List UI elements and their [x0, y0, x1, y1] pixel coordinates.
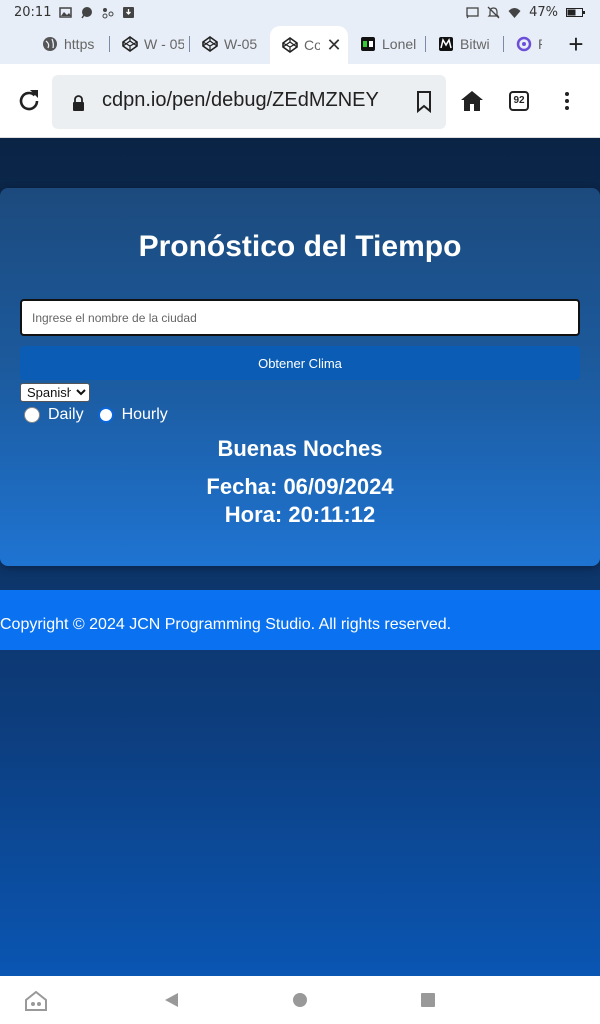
- cast-icon: [466, 6, 479, 19]
- back-icon[interactable]: [162, 990, 182, 1010]
- tab-title: Co: [304, 37, 320, 53]
- weather-card: Pronóstico del Tiempo Obtener Clima Span…: [0, 188, 600, 566]
- close-tab-icon[interactable]: ✕: [326, 35, 342, 56]
- status-time: 20:11: [14, 4, 52, 20]
- codepen-icon: [202, 36, 218, 52]
- tab-title: https: [64, 36, 95, 52]
- tab-strip-spacer: [0, 27, 30, 61]
- battery-percent: 47%: [529, 4, 558, 20]
- more-menu-icon[interactable]: [560, 90, 574, 114]
- page-title: Pronóstico del Tiempo: [138, 230, 462, 263]
- tab-2[interactable]: W-05: [190, 27, 270, 61]
- download-notification-icon: [122, 6, 135, 19]
- copyright-text: Copyright © 2024 JCN Programming Studio.…: [0, 616, 452, 633]
- tab-title: W - 05: [144, 36, 184, 52]
- app-icon: [360, 36, 376, 52]
- hourly-label[interactable]: Hourly: [122, 406, 168, 424]
- tab-3-active[interactable]: Co ✕: [270, 26, 348, 64]
- lock-icon: [72, 95, 85, 111]
- tab-4[interactable]: Lonel: [348, 27, 426, 61]
- tab-1[interactable]: W - 05: [110, 27, 190, 61]
- home-nav-icon[interactable]: [290, 990, 310, 1010]
- tab-title: Lonel: [382, 36, 417, 52]
- forecast-type-group: Daily Hourly: [24, 404, 182, 426]
- tab-title: P: [538, 36, 542, 52]
- web-page: Pronóstico del Tiempo Obtener Clima Span…: [0, 138, 600, 976]
- language-select[interactable]: Spanish: [20, 383, 90, 402]
- tab-title: Bitwi: [460, 36, 490, 52]
- assistant-icon[interactable]: [24, 990, 47, 1011]
- tab-switcher-button[interactable]: 92: [509, 91, 529, 111]
- system-nav-bar: [0, 976, 600, 1024]
- greeting-text: Buenas Noches: [217, 436, 383, 461]
- tab-0[interactable]: https: [30, 27, 110, 61]
- codepen-icon: [122, 36, 138, 52]
- mute-icon: [487, 6, 500, 19]
- date-text: Fecha: 06/09/2024: [206, 474, 394, 499]
- get-weather-button[interactable]: Obtener Clima: [20, 346, 580, 380]
- new-tab-button[interactable]: +: [562, 30, 590, 58]
- battery-icon: [566, 6, 586, 19]
- browser-toolbar: cdpn.io/pen/debug/ZEdMZNEY 92: [0, 64, 600, 138]
- daily-label[interactable]: Daily: [48, 406, 84, 424]
- dots-notification-icon: [101, 6, 114, 19]
- tab-5[interactable]: Bitwi: [426, 27, 504, 61]
- reload-icon[interactable]: [16, 88, 42, 114]
- spiral-icon: [516, 36, 532, 52]
- tab-strip: https W - 05 W-05 Co ✕ Lonel Bitwi P +: [0, 24, 600, 64]
- image-notification-icon: [59, 6, 73, 19]
- wifi-icon: [508, 6, 521, 19]
- tab-title: W-05: [224, 36, 258, 52]
- city-input[interactable]: [20, 299, 580, 336]
- recents-icon[interactable]: [418, 990, 438, 1010]
- chat-notification-icon: [80, 6, 93, 19]
- m-logo-icon: [438, 36, 454, 52]
- globe-icon: [42, 36, 58, 52]
- page-footer: Copyright © 2024 JCN Programming Studio.…: [0, 590, 600, 650]
- home-icon[interactable]: [460, 90, 484, 112]
- status-bar: 20:11 47%: [0, 0, 600, 24]
- tab-6[interactable]: P: [504, 27, 548, 61]
- daily-radio[interactable]: [24, 407, 40, 423]
- bookmark-icon[interactable]: [416, 91, 432, 114]
- time-text: Hora: 20:11:12: [224, 502, 376, 527]
- codepen-icon: [282, 37, 298, 53]
- address-bar[interactable]: cdpn.io/pen/debug/ZEdMZNEY: [52, 75, 446, 129]
- hourly-radio[interactable]: [97, 407, 114, 423]
- url-text[interactable]: cdpn.io/pen/debug/ZEdMZNEY: [102, 89, 379, 112]
